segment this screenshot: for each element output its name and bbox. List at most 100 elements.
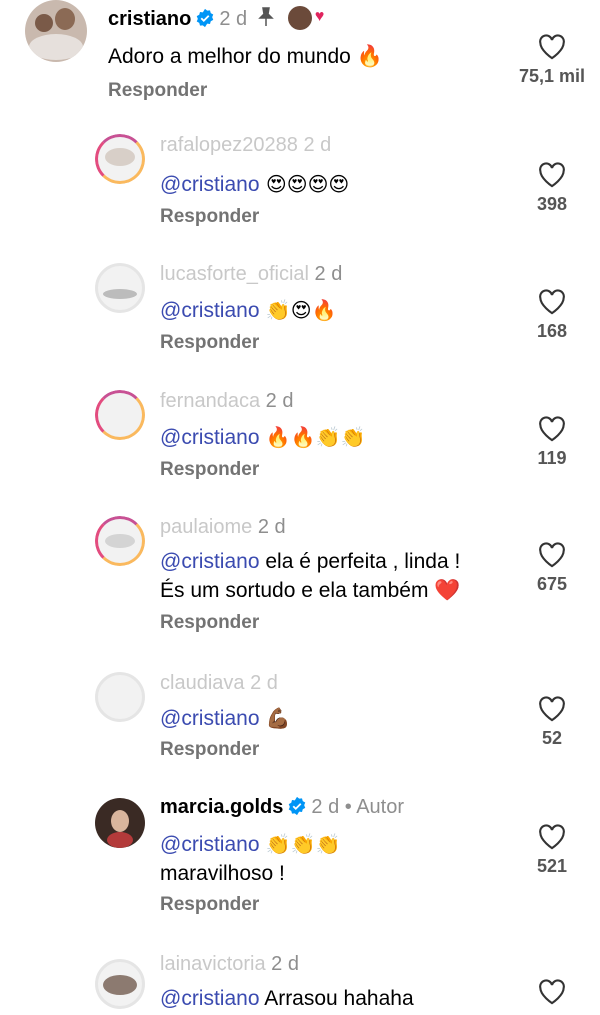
like-button[interactable] [512,979,592,1005]
mention-link[interactable]: @cristiano [160,833,260,856]
comment-time: 2 d [219,8,248,30]
comment-body: 💪🏾 [259,706,291,730]
heart-outline-icon [539,34,565,60]
comment-text: @cristiano ela é perfeita , linda ! És um… [160,547,520,605]
like-count: 52 [541,728,563,748]
mention-link[interactable]: @cristiano [160,707,260,730]
comment-time: 2 d [314,263,343,285]
avatar-ring [95,263,145,313]
comment-text: @cristiano 👏😍🔥 [160,296,337,325]
avatar-ring [95,672,145,722]
heart-outline-icon [539,162,565,188]
comment-time: 2 d [303,134,332,156]
avatar[interactable] [95,672,145,722]
avatar[interactable] [95,390,145,440]
reply-meta: lainavictoria 2 d [160,953,299,976]
mention-link[interactable]: @cristiano [160,173,260,196]
like-count: 75,1 mil [518,66,586,86]
avatar[interactable] [95,959,145,1009]
username[interactable]: cristiano [108,8,191,30]
comment-body: 🔥🔥👏👏 [259,425,366,449]
verified-badge-icon [197,8,214,28]
avatar[interactable] [95,263,145,313]
like-button[interactable]: 168 [512,289,592,342]
comment-time: 2 d [271,953,299,975]
reply-button[interactable]: Responder [160,206,259,228]
reply-meta: claudiava 2 d [160,672,278,695]
comment-body-line2: maravilhoso ! [160,862,285,885]
story-ring [95,390,145,440]
reply-button[interactable]: Responder [160,739,259,761]
mention-link[interactable]: @cristiano [160,299,260,322]
reply-meta: paulaiome 2 d [160,516,286,539]
top-comment: cristiano 2 d ♥ Adoro a melhor do mundo 🔥… [0,0,600,115]
reply-comment: claudiava 2 d @cristiano 💪🏾 Responder 52 [0,662,600,772]
comment-body: 👏👏👏 [259,832,341,856]
reply-button[interactable]: Responder [160,612,259,634]
mention-link[interactable]: @cristiano [160,550,260,573]
comment-text: @cristiano 🔥🔥👏👏 [160,423,365,452]
like-button[interactable]: 675 [512,542,592,595]
username[interactable]: lucasforte_oficial [160,263,309,285]
comment-text: @cristiano 😍😍😍😍 [160,170,349,199]
avatar[interactable] [95,516,145,566]
liked-by-author-avatar: ♥ [288,6,324,30]
reply-meta: lucasforte_oficial 2 d [160,263,342,286]
comment-body: ela é perfeita , linda ! [259,550,461,573]
pin-icon [257,7,274,26]
reply-meta: marcia.golds 2 d • Autor [160,796,404,819]
heart-outline-icon [539,542,565,568]
heart-outline-icon [539,824,565,850]
reply-button[interactable]: Responder [108,80,207,102]
username[interactable]: marcia.golds [160,796,283,818]
like-count: 168 [536,321,568,341]
comment-time: 2 d [311,796,340,818]
like-button[interactable]: 52 [512,696,592,749]
reply-comment: fernandaca 2 d @cristiano 🔥🔥👏👏 Responder… [0,382,600,492]
mention-link[interactable]: @cristiano [160,987,260,1010]
reply-comment: rafalopez20288 2 d @cristiano 😍😍😍😍 Respo… [0,128,600,238]
avatar-cristiano[interactable] [25,0,87,62]
username[interactable]: lainavictoria [160,953,266,975]
mention-link[interactable]: @cristiano [160,426,260,449]
comment-time: 2 d [250,672,278,694]
like-button[interactable]: 75,1 mil [512,34,592,87]
author-tag: • Autor [344,796,405,818]
comment-text: @cristiano Arrasou hahaha [160,984,414,1013]
like-count: 675 [536,574,568,594]
reply-meta: fernandaca 2 d [160,390,293,413]
comment-text: @cristiano 👏👏👏 maravilhoso ! [160,830,341,888]
reply-button[interactable]: Responder [160,894,259,916]
reply-button[interactable]: Responder [160,332,259,354]
avatar[interactable] [95,134,145,184]
comment-text: @cristiano 💪🏾 [160,704,291,733]
username[interactable]: rafalopez20288 [160,134,298,156]
comment-text: Adoro a melhor do mundo 🔥 [108,45,383,68]
like-button[interactable]: 119 [512,416,592,469]
comment-time: 2 d [265,390,294,412]
like-button[interactable]: 521 [512,824,592,877]
like-count: 119 [537,448,567,468]
comment-time: 2 d [257,516,286,538]
comment-body: 👏😍🔥 [259,298,337,322]
heart-outline-icon [539,979,565,1005]
username[interactable]: claudiava [160,672,245,694]
heart-outline-icon [539,696,565,722]
username[interactable]: paulaiome [160,516,252,538]
reply-comment: lainavictoria 2 d @cristiano Arrasou hah… [0,945,600,1015]
reply-button[interactable]: Responder [160,459,259,481]
reply-comment: paulaiome 2 d @cristiano ela é perfeita … [0,508,600,648]
avatar-marcia-golds[interactable] [95,798,145,848]
comment-body: Arrasou hahaha [259,987,414,1010]
like-count: 398 [536,194,568,214]
reply-meta: rafalopez20288 2 d [160,134,331,157]
like-count: 521 [536,856,568,876]
heart-outline-icon [539,289,565,315]
top-comment-meta: cristiano 2 d ♥ [108,6,324,31]
username[interactable]: fernandaca [160,390,260,412]
reply-comment-author: marcia.golds 2 d • Autor @cristiano 👏👏👏 ma… [0,790,600,930]
heart-filled-icon: ♥ [314,8,325,25]
like-button[interactable]: 398 [512,162,592,215]
comment-body: 😍😍😍😍 [259,172,350,196]
verified-badge-icon [289,796,306,816]
